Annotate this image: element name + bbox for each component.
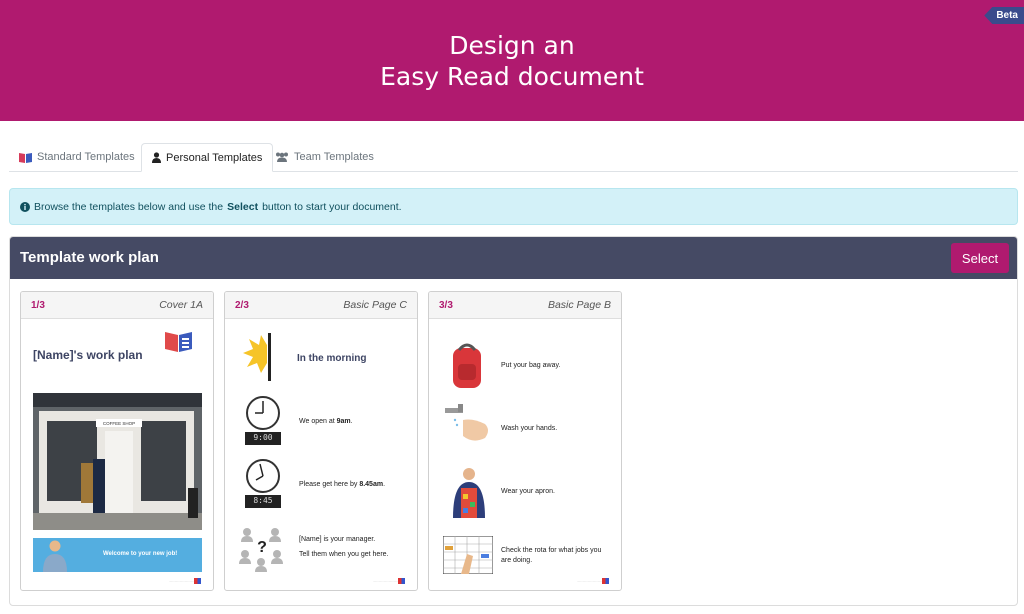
page-heading: In the morning (297, 353, 367, 364)
coffee-shop-photo: COFFEE SHOP (33, 393, 202, 530)
tab-team-templates[interactable]: Team Templates (265, 143, 384, 171)
text-after: . (383, 481, 386, 488)
sunrise-icon (243, 333, 271, 381)
row-text: Please get here by 8.45am. (299, 480, 385, 490)
title-line-1: Design an (449, 31, 575, 60)
welcome-banner: Welcome to your new job! (33, 538, 202, 572)
card-header: 2/3 Basic Page C (225, 292, 417, 319)
select-button[interactable]: Select (951, 243, 1009, 273)
footer-logo-icon (602, 578, 609, 584)
info-alert: Browse the templates below and use the S… (9, 188, 1018, 225)
cover-title: [Name]'s work plan (33, 348, 143, 362)
row-text: Wear your apron. (501, 488, 555, 495)
info-circle-icon (20, 201, 30, 212)
tab-standard-templates[interactable]: Standard Templates (9, 143, 145, 171)
apron-person-icon (453, 468, 485, 518)
template-panel-header: Template work plan Select (10, 237, 1017, 279)
text-bold: 8.45am (359, 481, 384, 488)
user-icon (152, 152, 161, 163)
template-title: Template work plan (20, 249, 159, 266)
row-text: Check the rota for what jobs you are doi… (501, 547, 602, 564)
template-panel: Template work plan Select 1/3 Cover 1A [… (9, 236, 1018, 606)
footer-logo-icon (194, 578, 201, 584)
page-number: 1/3 (31, 300, 45, 311)
users-icon (276, 152, 288, 162)
card-footer (577, 578, 609, 584)
wash-hands-icon (445, 404, 488, 441)
footer-logo-icon (398, 578, 405, 584)
info-text-before: Browse the templates below and use the (34, 200, 224, 213)
page-card-2[interactable]: 2/3 Basic Page C In the morning 9:00 We … (224, 291, 418, 591)
info-text-bold: Select (227, 200, 259, 213)
info-text-after: button to start your document. (262, 200, 402, 213)
manager-line-1: [Name] is your manager. (299, 536, 376, 543)
card-header: 3/3 Basic Page B (429, 292, 621, 319)
tab-personal-templates[interactable]: Personal Templates (141, 143, 274, 172)
beta-badge: Beta (984, 7, 1024, 24)
text-before: Please get here by (299, 481, 360, 488)
tab-label: Team Templates (294, 151, 374, 163)
manager-line-2: Tell them when you get here. (299, 551, 389, 558)
card-header: 1/3 Cover 1A (21, 292, 213, 319)
row-text: Put your bag away. (501, 362, 561, 369)
tab-label: Standard Templates (37, 151, 135, 163)
welcome-text: Welcome to your new job! (103, 551, 178, 557)
text-before: We open at (299, 418, 337, 425)
backpack-icon (453, 343, 481, 388)
clock-display: 9:00 (253, 433, 273, 442)
page-number: 2/3 (235, 300, 249, 311)
book-icon (19, 152, 32, 163)
rota-chart-icon (443, 536, 493, 574)
shop-sign: COFFEE SHOP (103, 421, 135, 426)
tab-label: Personal Templates (166, 151, 263, 164)
easy-read-logo-icon (165, 332, 192, 352)
page-layout-label: Basic Page C (343, 299, 407, 311)
card-footer (373, 578, 405, 584)
title-line-2: Easy Read document (380, 62, 644, 91)
row-text: Wash your hands. (501, 425, 558, 432)
page-layout-label: Cover 1A (159, 299, 203, 311)
page-header: Design an Easy Read document Beta (0, 0, 1024, 121)
text-after: . (350, 418, 353, 425)
page-number: 3/3 (439, 300, 453, 311)
page-title: Design an Easy Read document (0, 30, 1024, 92)
page-card-3[interactable]: 3/3 Basic Page B Put your bag away. Wash… (428, 291, 622, 591)
template-tabs: Standard Templates Personal Templates Te… (9, 143, 1018, 172)
svg-text:?: ? (257, 539, 267, 556)
text-bold: 9am (336, 418, 351, 425)
page-card-1[interactable]: 1/3 Cover 1A [Name]'s work plan COFFEE S… (20, 291, 214, 591)
page-layout-label: Basic Page B (547, 299, 611, 311)
person-photo (43, 540, 67, 572)
row-text: We open at 9am. (299, 417, 353, 427)
card-footer (169, 578, 201, 584)
clock-display: 8:45 (253, 496, 273, 505)
people-question-icon: ? (239, 528, 283, 572)
